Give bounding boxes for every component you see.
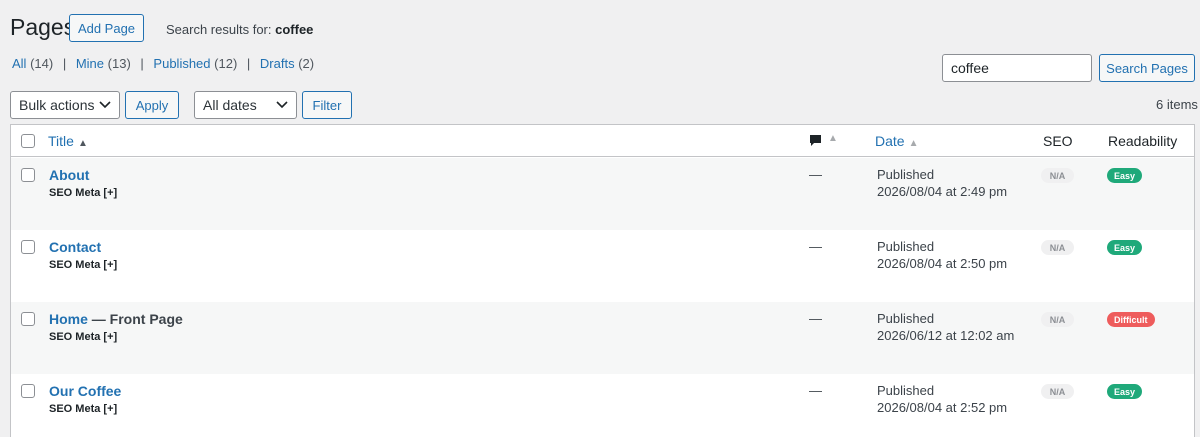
bulk-actions-select[interactable]: Bulk actions xyxy=(10,91,120,119)
seo-badge: N/A xyxy=(1041,384,1074,399)
column-title[interactable]: Title ▲ xyxy=(48,133,88,149)
view-drafts[interactable]: Drafts xyxy=(260,56,295,71)
view-filters: All (14) | Mine (13) | Published (12) | … xyxy=(12,56,314,71)
dates-select[interactable]: All dates xyxy=(194,91,297,119)
seo-badge: N/A xyxy=(1041,240,1074,255)
comment-count: — xyxy=(809,167,822,182)
table-row: Our Coffee SEO Meta [+] — Published 2026… xyxy=(11,374,1194,437)
table-row: Home — Front Page SEO Meta [+] — Publish… xyxy=(11,302,1194,374)
column-seo: SEO xyxy=(1043,133,1073,149)
add-page-button[interactable]: Add Page xyxy=(69,14,144,42)
readability-badge: Easy xyxy=(1107,240,1143,255)
seo-meta-toggle[interactable]: SEO Meta [+] xyxy=(49,403,117,415)
publish-date: 2026/08/04 at 2:52 pm xyxy=(877,400,1008,415)
readability-badge: Difficult xyxy=(1107,312,1155,327)
row-checkbox[interactable] xyxy=(21,168,35,182)
publish-date: 2026/08/04 at 2:49 pm xyxy=(877,184,1008,199)
comment-count: — xyxy=(809,383,822,398)
publish-status: Published xyxy=(877,383,935,398)
row-checkbox[interactable] xyxy=(21,312,35,326)
view-all[interactable]: All xyxy=(12,56,26,71)
comment-icon[interactable] xyxy=(809,134,822,147)
search-results-term: coffee xyxy=(275,22,314,37)
comment-count: — xyxy=(809,311,822,326)
view-published-count: (12) xyxy=(214,56,238,71)
page-title-link[interactable]: Home — Front Page xyxy=(49,311,183,327)
page-title-link[interactable]: Our Coffee xyxy=(49,383,121,399)
page-title: Pages xyxy=(10,14,76,40)
view-separator: | xyxy=(140,56,144,71)
seo-meta-toggle[interactable]: SEO Meta [+] xyxy=(49,259,117,271)
sort-icon: ▲ xyxy=(828,133,838,144)
filter-button[interactable]: Filter xyxy=(302,91,352,119)
table-row: About SEO Meta [+] — Published 2026/08/0… xyxy=(11,158,1194,230)
view-published[interactable]: Published xyxy=(153,56,210,71)
seo-meta-toggle[interactable]: SEO Meta [+] xyxy=(49,187,117,199)
view-drafts-count: (2) xyxy=(298,56,315,71)
items-count: 6 items xyxy=(1156,97,1198,112)
readability-badge: Easy xyxy=(1107,168,1143,183)
pages-table: Title ▲ ▲ Date ▲ SEO Readability About SEO… xyxy=(10,124,1195,437)
search-results-label: Search results for: coffee xyxy=(166,22,313,37)
row-checkbox[interactable] xyxy=(21,240,35,254)
search-input[interactable]: coffee xyxy=(942,54,1092,82)
dates-value: All dates xyxy=(203,97,257,113)
view-mine-count: (13) xyxy=(107,56,131,71)
seo-meta-toggle[interactable]: SEO Meta [+] xyxy=(49,331,117,343)
page-title-link[interactable]: Contact xyxy=(49,239,101,255)
column-date[interactable]: Date ▲ xyxy=(875,133,918,149)
view-mine[interactable]: Mine xyxy=(76,56,104,71)
sort-icon: ▲ xyxy=(77,138,88,149)
publish-status: Published xyxy=(877,311,935,326)
publish-date: 2026/08/04 at 2:50 pm xyxy=(877,256,1008,271)
page-title-link[interactable]: About xyxy=(49,167,89,183)
publish-status: Published xyxy=(877,239,935,254)
view-separator: | xyxy=(246,56,251,71)
seo-badge: N/A xyxy=(1041,312,1074,327)
bulk-actions-value: Bulk actions xyxy=(19,97,95,113)
publish-status: Published xyxy=(877,167,935,182)
search-results-prefix: Search results for: xyxy=(166,22,272,37)
publish-date: 2026/06/12 at 12:02 am xyxy=(877,328,1015,343)
apply-button[interactable]: Apply xyxy=(125,91,179,119)
table-row: Contact SEO Meta [+] — Published 2026/08… xyxy=(11,230,1194,302)
seo-badge: N/A xyxy=(1041,168,1074,183)
select-all-checkbox[interactable] xyxy=(21,134,35,148)
column-readability: Readability xyxy=(1108,133,1178,149)
comment-count: — xyxy=(809,239,822,254)
search-pages-button[interactable]: Search Pages xyxy=(1099,54,1195,82)
view-separator: | xyxy=(62,56,67,71)
readability-badge: Easy xyxy=(1107,384,1143,399)
chevron-down-icon xyxy=(276,101,288,109)
chevron-down-icon xyxy=(99,101,111,109)
row-checkbox[interactable] xyxy=(21,384,35,398)
sort-icon: ▲ xyxy=(908,138,919,149)
table-header: Title ▲ ▲ Date ▲ SEO Readability xyxy=(11,125,1194,157)
view-all-count: (14) xyxy=(30,56,54,71)
